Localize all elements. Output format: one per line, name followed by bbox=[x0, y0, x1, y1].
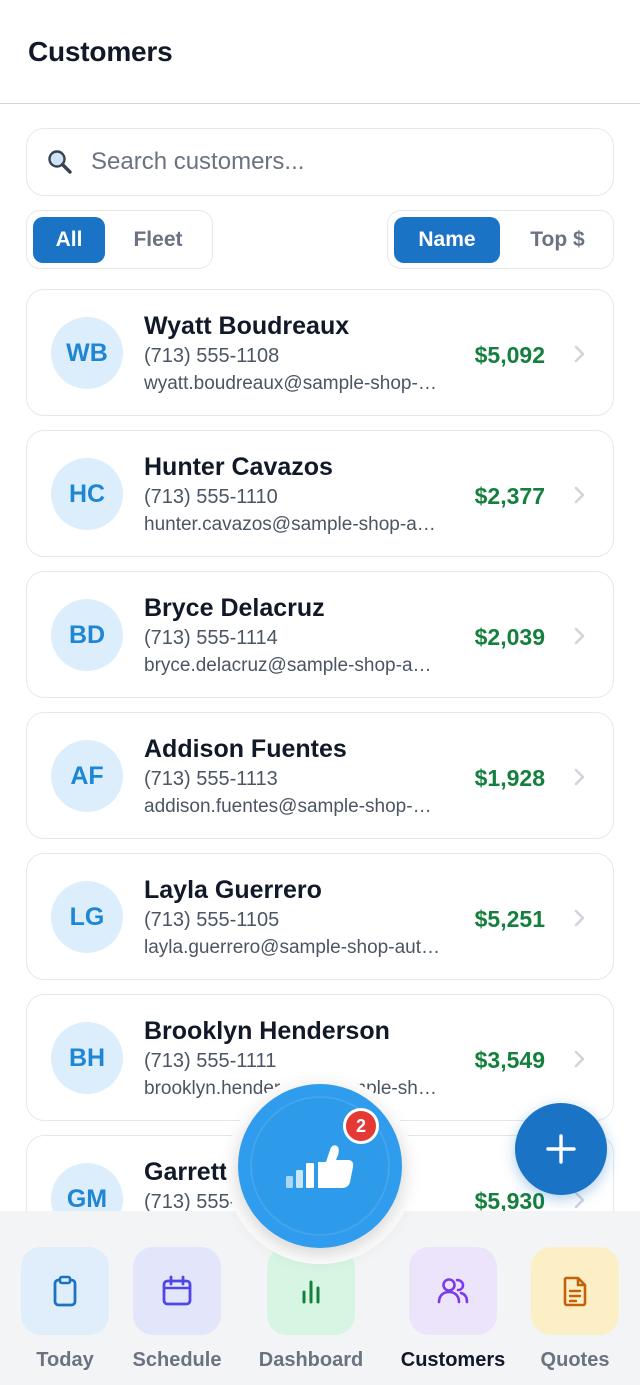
search-bar[interactable] bbox=[26, 128, 614, 196]
nav-item-quotes[interactable]: Quotes bbox=[525, 1247, 625, 1372]
search-input[interactable] bbox=[91, 148, 571, 176]
customer-card[interactable]: BD Bryce Delacruz (713) 555-1114 bryce.d… bbox=[26, 571, 614, 698]
nav-item-schedule[interactable]: Schedule bbox=[127, 1247, 227, 1372]
sort-segment: Name Top $ bbox=[387, 210, 614, 269]
avatar: AF bbox=[51, 740, 123, 812]
nav-tile bbox=[21, 1247, 109, 1335]
page-title: Customers bbox=[28, 36, 173, 67]
avatar: BH bbox=[51, 1022, 123, 1094]
avatar: WB bbox=[51, 317, 123, 389]
nav-label: Today bbox=[36, 1349, 94, 1371]
search-icon bbox=[45, 147, 75, 177]
customer-name: Wyatt Boudreaux bbox=[144, 312, 350, 340]
nav-label: Schedule bbox=[132, 1349, 222, 1371]
customer-card[interactable]: LG Layla Guerrero (713) 555-1105 layla.g… bbox=[26, 853, 614, 980]
feedback-button[interactable] bbox=[238, 1084, 402, 1248]
document-icon bbox=[563, 1276, 587, 1307]
customer-phone: (713) 555-1114 bbox=[144, 627, 278, 649]
customer-card[interactable]: WB Wyatt Boudreaux (713) 555-1108 wyatt.… bbox=[26, 289, 614, 416]
notification-badge: 2 bbox=[343, 1108, 379, 1144]
customer-total: $2,377 bbox=[474, 483, 545, 509]
add-customer-button[interactable] bbox=[515, 1103, 607, 1195]
customer-card[interactable]: AF Addison Fuentes (713) 555-1113 addiso… bbox=[26, 712, 614, 839]
customer-total: $5,251 bbox=[474, 906, 545, 932]
avatar: BD bbox=[51, 599, 123, 671]
clipboard-icon bbox=[53, 1275, 77, 1307]
customer-total: $3,549 bbox=[474, 1047, 545, 1073]
avatar: LG bbox=[51, 881, 123, 953]
avatar: GM bbox=[51, 1163, 123, 1211]
customer-phone: (713) 555-1108 bbox=[144, 345, 280, 367]
customer-email: wyatt.boudreaux@sample-shop-auto.com bbox=[144, 373, 440, 394]
customer-phone: (713) 555-1105 bbox=[144, 909, 280, 931]
chevron-right-icon bbox=[574, 768, 585, 786]
customer-total: $5,092 bbox=[474, 342, 545, 368]
nav-tile bbox=[531, 1247, 619, 1335]
users-icon bbox=[437, 1278, 469, 1304]
chevron-right-icon bbox=[574, 627, 585, 645]
customer-list: WB Wyatt Boudreaux (713) 555-1108 wyatt.… bbox=[26, 289, 614, 1211]
calendar-icon bbox=[162, 1275, 192, 1306]
bar-chart-icon bbox=[302, 1280, 320, 1304]
nav-label: Customers bbox=[400, 1349, 506, 1371]
customer-total: $2,039 bbox=[474, 624, 545, 650]
chevron-right-icon bbox=[574, 345, 585, 363]
nav-tile bbox=[409, 1247, 497, 1335]
avatar: HC bbox=[51, 458, 123, 530]
customer-name: Garrett bbox=[144, 1158, 228, 1186]
chevron-right-icon bbox=[574, 1191, 585, 1209]
customer-name: Layla Guerrero bbox=[144, 876, 322, 904]
nav-label: Dashboard bbox=[258, 1349, 364, 1371]
thumbs-up-icon bbox=[286, 1145, 354, 1188]
filter-segment: All Fleet bbox=[26, 210, 213, 269]
customer-name: Bryce Delacruz bbox=[144, 594, 325, 622]
customer-card[interactable]: HC Hunter Cavazos (713) 555-1110 hunter.… bbox=[26, 430, 614, 557]
customer-total: $1,928 bbox=[474, 765, 545, 791]
customer-email: layla.guerrero@sample-shop-auto.com bbox=[144, 937, 440, 958]
filter-all-button[interactable]: All bbox=[33, 216, 105, 263]
customer-phone: (713) 555-1110 bbox=[144, 486, 278, 508]
nav-item-dashboard[interactable]: Dashboard bbox=[258, 1247, 364, 1372]
customer-phone: (713) 555-1113 bbox=[144, 768, 278, 790]
nav-item-customers[interactable]: Customers bbox=[400, 1247, 506, 1372]
chevron-right-icon bbox=[574, 486, 585, 504]
plus-icon bbox=[546, 1134, 576, 1164]
sort-name-button[interactable]: Name bbox=[394, 216, 500, 263]
customer-email: bryce.delacruz@sample-shop-auto.com bbox=[144, 655, 440, 676]
nav-item-today[interactable]: Today bbox=[15, 1247, 115, 1372]
chevron-right-icon bbox=[574, 909, 585, 927]
chevron-right-icon bbox=[574, 1050, 585, 1068]
customer-phone: (713) 555-1111 bbox=[144, 1050, 277, 1072]
page-header: Customers bbox=[0, 0, 640, 104]
customer-total: $5,930 bbox=[474, 1188, 545, 1211]
nav-label: Quotes bbox=[540, 1349, 610, 1371]
customer-name: Addison Fuentes bbox=[144, 735, 347, 763]
filter-fleet-button[interactable]: Fleet bbox=[113, 217, 203, 263]
nav-tile bbox=[133, 1247, 221, 1335]
customer-email: addison.fuentes@sample-shop-auto.com bbox=[144, 796, 440, 817]
customer-email: hunter.cavazos@sample-shop-auto.com bbox=[144, 514, 440, 535]
sort-top-dollar-button[interactable]: Top $ bbox=[508, 217, 607, 263]
customer-name: Hunter Cavazos bbox=[144, 453, 333, 481]
customer-name: Brooklyn Henderson bbox=[144, 1017, 390, 1045]
